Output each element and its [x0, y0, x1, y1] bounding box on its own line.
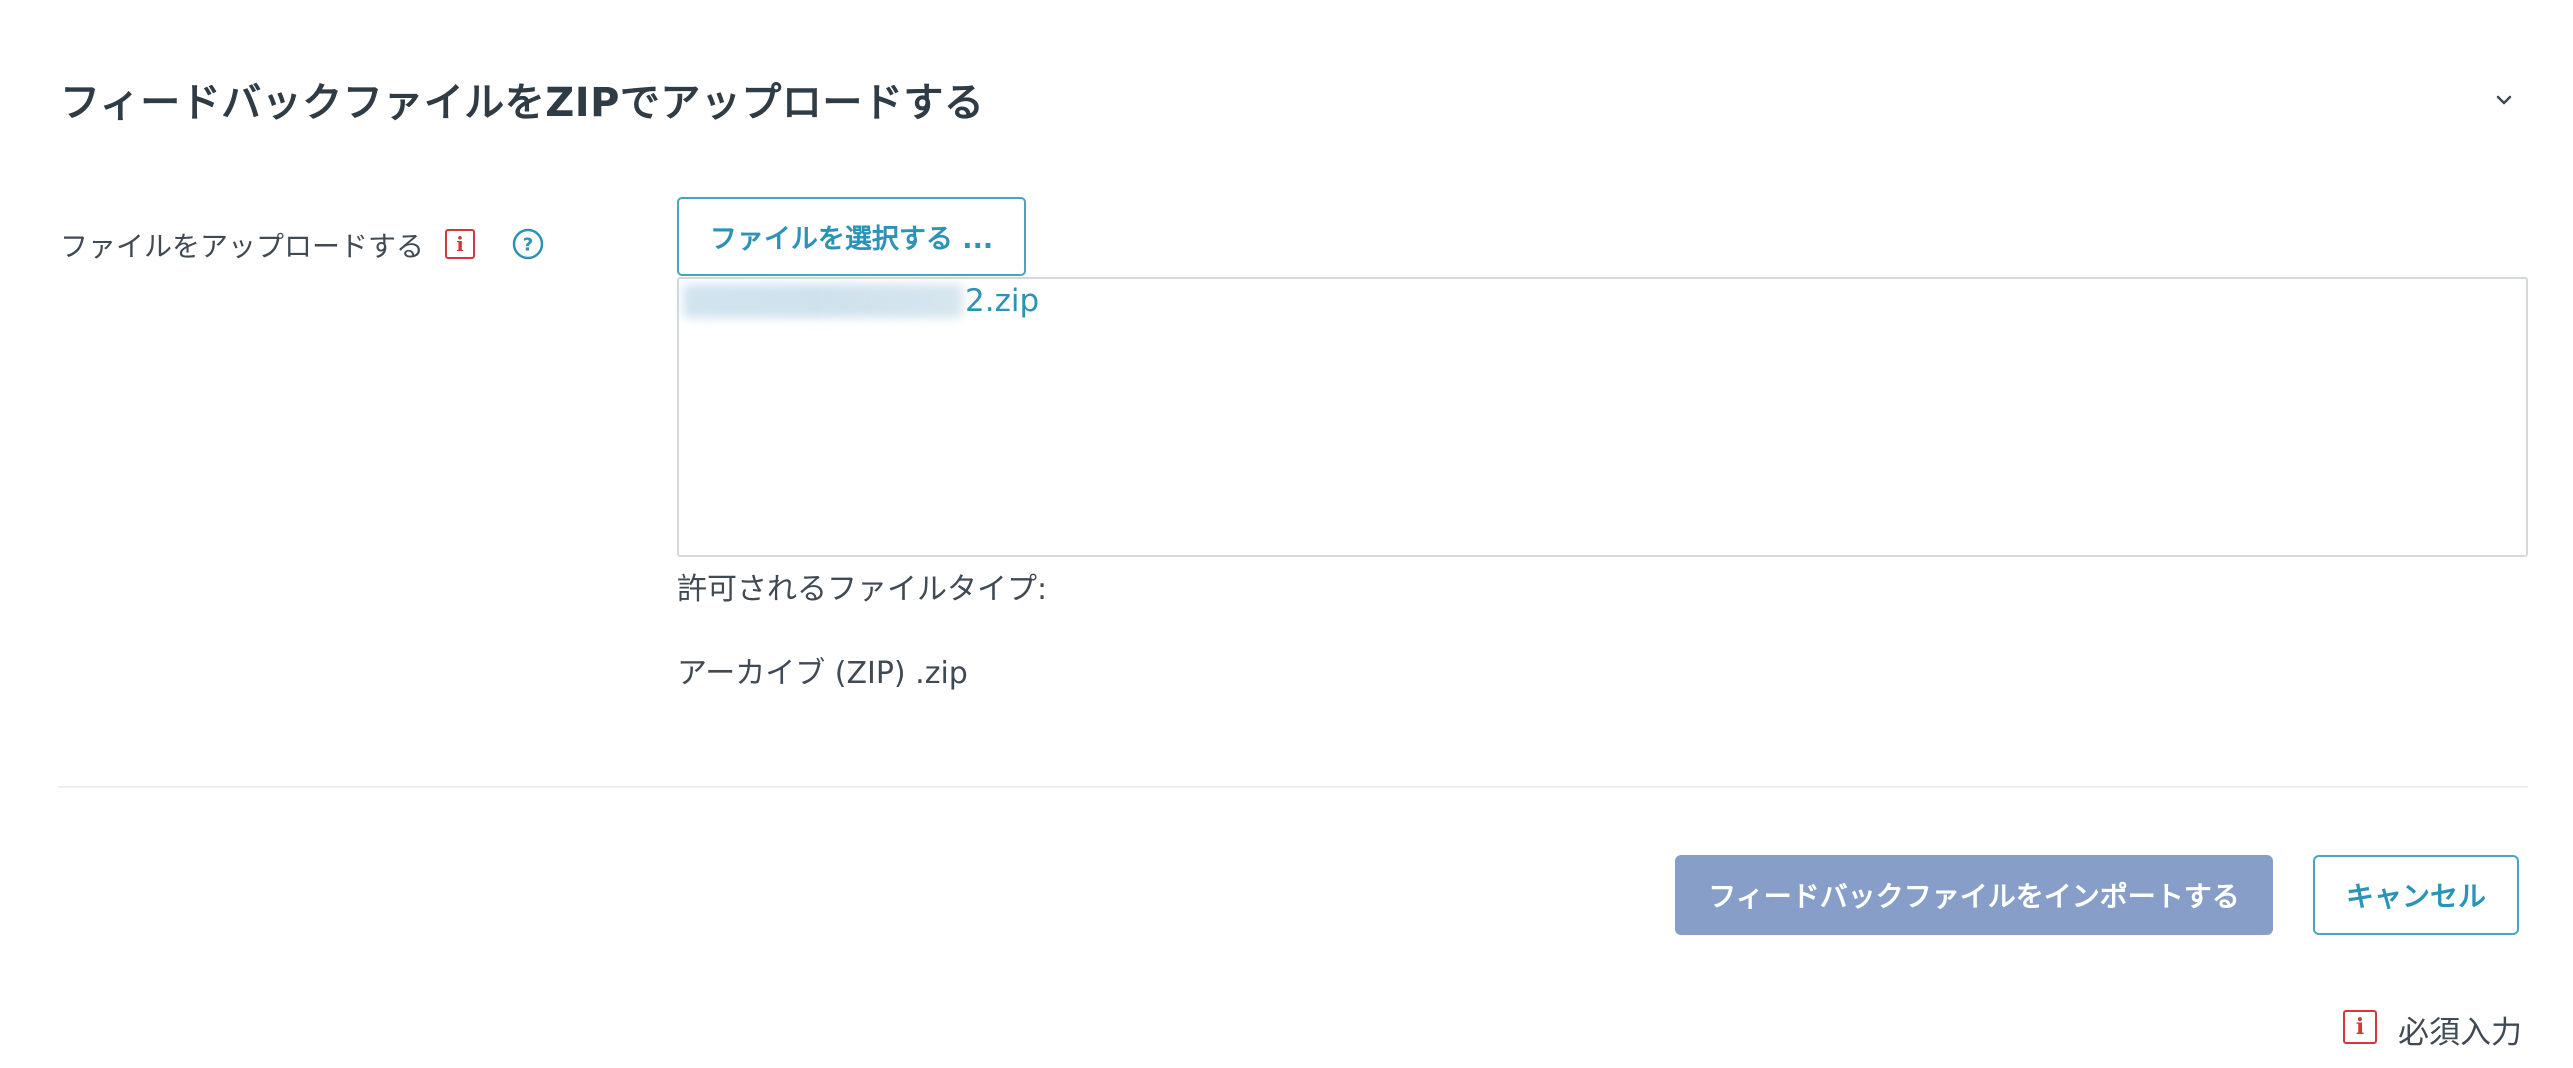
upload-field-label: ファイルをアップロードする: [60, 230, 425, 263]
required-info-icon: i: [2343, 1010, 2377, 1044]
question-circle-icon[interactable]: ?: [512, 228, 544, 260]
cancel-button[interactable]: キャンセル: [2313, 855, 2519, 935]
svg-text:?: ?: [523, 235, 533, 256]
allowed-types-title: 許可されるファイルタイプ:: [677, 572, 1048, 607]
upload-feedback-zip-panel: フィードバックファイルをZIPでアップロードする ファイルをアップロードする i…: [0, 0, 2573, 1068]
selected-file-link[interactable]: 2.zip: [683, 283, 1039, 319]
divider: [58, 786, 2528, 788]
required-info-icon: i: [445, 229, 475, 259]
allowed-type-item: アーカイブ (ZIP) .zip: [677, 656, 968, 691]
required-legend-label: 必須入力: [2398, 1015, 2522, 1051]
selected-file-suffix: 2.zip: [965, 283, 1040, 319]
import-feedback-button[interactable]: フィードバックファイルをインポートする: [1675, 855, 2273, 935]
chevron-down-icon[interactable]: [2490, 86, 2518, 114]
section-title: フィードバックファイルをZIPでアップロードする: [60, 80, 985, 126]
file-dropzone[interactable]: 2.zip: [677, 277, 2528, 557]
choose-file-button[interactable]: ファイルを選択する ...: [677, 197, 1026, 276]
redacted-filename: [683, 284, 963, 318]
